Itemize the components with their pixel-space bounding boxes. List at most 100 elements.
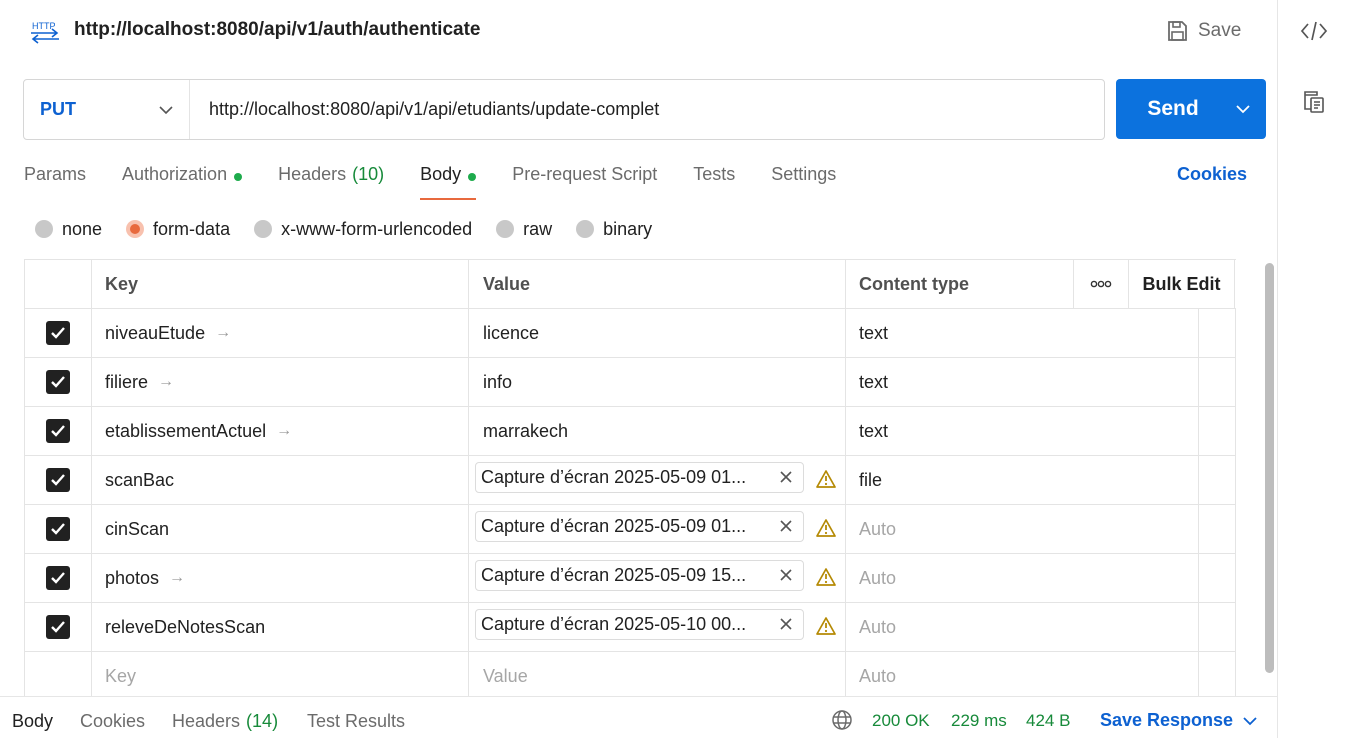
content-type-cell[interactable]: Auto — [846, 505, 1199, 553]
content-type-cell[interactable]: Auto — [846, 603, 1199, 651]
tab-params[interactable]: Params — [24, 162, 86, 200]
tab-label: Tests — [693, 164, 736, 184]
value-cell[interactable]: Capture d’écran 2025-05-09 01... — [469, 456, 846, 504]
warning-icon — [816, 568, 836, 586]
row-checkbox[interactable] — [46, 419, 70, 443]
new-value-input[interactable]: Value — [469, 652, 846, 700]
response-time[interactable]: 229 ms — [951, 711, 1007, 731]
save-response-button[interactable]: Save Response — [1100, 710, 1257, 731]
key-cell[interactable]: etablissementActuel → — [92, 407, 469, 455]
tab-tests[interactable]: Tests — [693, 162, 735, 200]
row-actions-cell — [1199, 309, 1236, 357]
tab-pre-request-script[interactable]: Pre-request Script — [512, 162, 657, 200]
scrollbar-thumb[interactable] — [1265, 263, 1274, 673]
value-cell[interactable]: Capture d’écran 2025-05-10 00... — [469, 603, 846, 651]
tab-settings[interactable]: Settings — [771, 162, 836, 200]
key-cell[interactable]: scanBac — [92, 456, 469, 504]
documentation-icon[interactable] — [1300, 88, 1328, 116]
key-text: scanBac — [105, 469, 175, 490]
value-cell[interactable]: Capture d’écran 2025-05-09 15... — [469, 554, 846, 602]
status-dot-icon — [468, 173, 477, 181]
tab-body[interactable]: Body — [420, 162, 477, 200]
radio-button[interactable] — [254, 220, 273, 238]
method-select[interactable]: PUT — [24, 80, 190, 139]
value-text: info — [483, 371, 513, 392]
code-icon[interactable] — [1300, 17, 1328, 45]
globe-icon[interactable] — [831, 709, 853, 731]
row-check-cell — [25, 652, 92, 700]
tab-label: Authorization — [122, 164, 228, 184]
send-options-button[interactable] — [1220, 79, 1266, 139]
body-type-form-data[interactable]: form-data — [126, 219, 230, 240]
warning-icon — [816, 470, 836, 488]
new-key-input[interactable]: Key — [92, 652, 469, 700]
cookies-link[interactable]: Cookies — [1177, 164, 1247, 185]
radio-button[interactable] — [126, 220, 145, 238]
response-tab-test-results[interactable]: Test Results — [307, 711, 405, 732]
close-icon[interactable] — [776, 516, 796, 536]
close-icon[interactable] — [776, 614, 796, 634]
tab-headers[interactable]: Headers (10) — [278, 162, 384, 200]
url-input[interactable] — [190, 80, 1104, 139]
key-cell[interactable]: cinScan — [92, 505, 469, 553]
scrollbar[interactable] — [1262, 260, 1274, 696]
checkmark-icon — [51, 327, 65, 339]
warning-icon — [816, 519, 836, 537]
radio-button[interactable] — [35, 220, 53, 238]
key-cell[interactable]: niveauEtude → — [92, 309, 469, 357]
response-tab-body[interactable]: Body — [12, 711, 53, 732]
file-chip[interactable]: Capture d’écran 2025-05-10 00... — [475, 609, 804, 640]
tab-authorization[interactable]: Authorization — [122, 162, 243, 200]
arrow-right-icon: → — [169, 569, 186, 586]
body-type-binary[interactable]: binary — [576, 219, 652, 240]
key-text: filiere — [105, 371, 149, 392]
radio-button[interactable] — [576, 220, 595, 238]
status-dot-icon — [234, 173, 243, 181]
content-type-cell[interactable]: file — [846, 456, 1199, 504]
value-cell[interactable]: marrakech — [469, 407, 846, 455]
bulk-edit-button[interactable]: Bulk Edit — [1129, 260, 1235, 308]
file-chip[interactable]: Capture d’écran 2025-05-09 15... — [475, 560, 804, 591]
new-content-type[interactable]: Auto — [846, 652, 1199, 700]
file-chip[interactable]: Capture d’écran 2025-05-09 01... — [475, 511, 804, 542]
response-size[interactable]: 424 B — [1026, 711, 1070, 731]
row-checkbox[interactable] — [46, 468, 70, 492]
row-check-cell — [25, 407, 92, 455]
url-bar: PUT — [23, 79, 1105, 140]
new-row: Key Value Auto — [25, 652, 1236, 701]
save-button[interactable]: Save — [1166, 16, 1241, 46]
key-cell[interactable]: photos → — [92, 554, 469, 602]
content-type-cell[interactable]: Auto — [846, 554, 1199, 602]
radio-button[interactable] — [496, 220, 515, 238]
body-type-none[interactable]: none — [35, 219, 102, 240]
request-title[interactable]: http://localhost:8080/api/v1/auth/authen… — [74, 19, 480, 41]
body-type-label: raw — [523, 218, 553, 239]
body-type-raw[interactable]: raw — [496, 219, 552, 240]
response-tab-cookies[interactable]: Cookies — [80, 711, 145, 732]
status-code[interactable]: 200 OK — [872, 711, 930, 731]
value-cell[interactable]: Capture d’écran 2025-05-09 01... — [469, 505, 846, 553]
more-options-button[interactable] — [1074, 260, 1129, 308]
key-cell[interactable]: filiere → — [92, 358, 469, 406]
send-button[interactable]: Send — [1116, 79, 1266, 139]
close-icon[interactable] — [776, 565, 796, 585]
close-icon[interactable] — [776, 467, 796, 487]
value-cell[interactable]: info — [469, 358, 846, 406]
content-type-cell[interactable]: text — [846, 309, 1199, 357]
content-type-cell[interactable]: text — [846, 358, 1199, 406]
row-checkbox[interactable] — [46, 321, 70, 345]
content-type-cell[interactable]: text — [846, 407, 1199, 455]
row-check-cell — [25, 456, 92, 504]
method-label: PUT — [40, 99, 76, 119]
warning-icon — [816, 617, 836, 635]
row-checkbox[interactable] — [46, 566, 70, 590]
response-tab-headers[interactable]: Headers (14) — [172, 711, 278, 732]
row-checkbox[interactable] — [46, 517, 70, 541]
row-checkbox[interactable] — [46, 615, 70, 639]
value-cell[interactable]: licence — [469, 309, 846, 357]
row-checkbox[interactable] — [46, 370, 70, 394]
body-type-x-www-form-urlencoded[interactable]: x-www-form-urlencoded — [254, 219, 472, 240]
body-type-selector: none form-data x-www-form-urlencoded raw bin… — [35, 216, 676, 242]
file-chip[interactable]: Capture d’écran 2025-05-09 01... — [475, 462, 804, 493]
key-cell[interactable]: releveDeNotesScan — [92, 603, 469, 651]
